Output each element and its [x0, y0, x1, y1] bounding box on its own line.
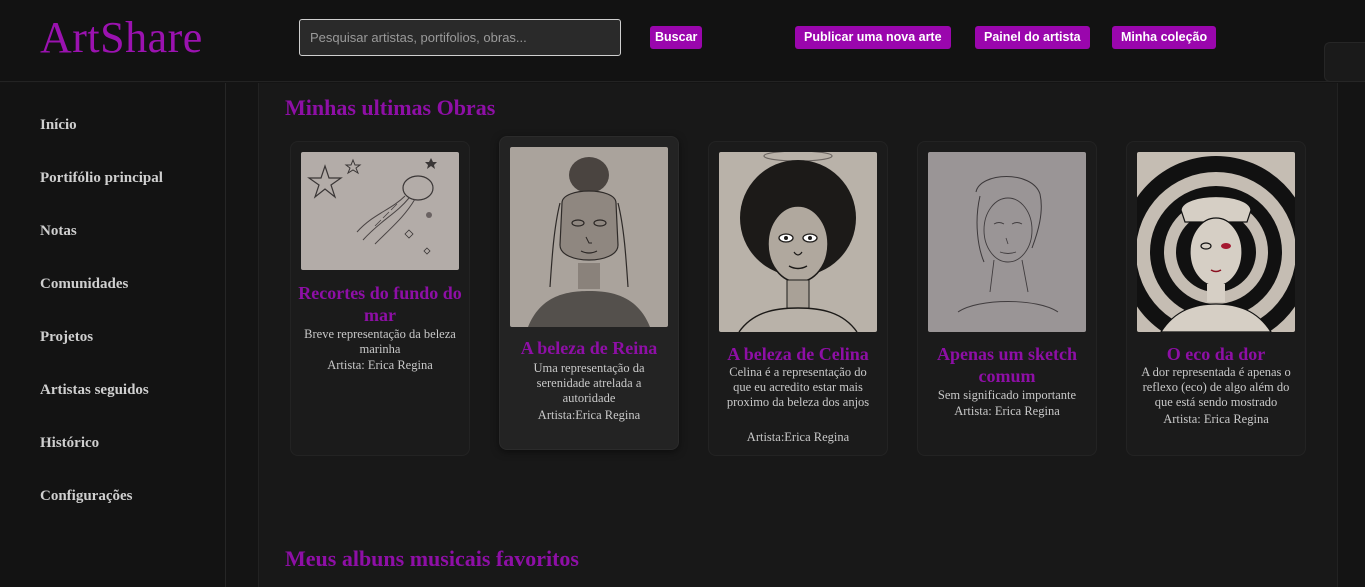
artwork-description: Celina é a representação do que eu acred… — [726, 365, 870, 409]
sidebar-item-portfolio[interactable]: Portifólio principal — [40, 170, 163, 187]
artwork-image[interactable] — [719, 152, 877, 332]
artwork-image[interactable] — [1137, 152, 1295, 332]
artwork-description: Sem significado importante — [937, 388, 1077, 402]
sidebar-item-projetos[interactable]: Projetos — [40, 329, 93, 346]
artwork-artist: Artista:Erica Regina — [537, 408, 641, 422]
artwork-title[interactable]: Apenas um sketch comum — [922, 343, 1092, 387]
artwork-description: A dor representada é apenas o reflexo (e… — [1141, 365, 1291, 409]
favorite-albums-title: Meus albuns musicais favoritos — [285, 546, 579, 571]
artwork-artist: Artista: Erica Regina — [327, 358, 433, 372]
artwork-image[interactable] — [510, 147, 668, 327]
sidebar-item-inicio[interactable]: Início — [40, 117, 77, 134]
main-content: Minhas ultimas Obras Recortes do fundo d… — [258, 83, 1338, 587]
artwork-card[interactable]: A beleza de Reina Uma representação da s… — [499, 136, 679, 450]
artwork-description: Breve representação da beleza marinha — [304, 327, 456, 356]
artwork-card[interactable]: Recortes do fundo do mar Breve represent… — [290, 141, 470, 456]
artwork-artist: Artista:Erica Regina — [746, 430, 850, 444]
artwork-card[interactable]: A beleza de Celina Celina é a representa… — [708, 141, 888, 456]
publish-art-button[interactable]: Publicar uma nova arte — [795, 26, 951, 49]
profile-tab[interactable] — [1324, 42, 1365, 82]
artwork-title[interactable]: O eco da dor — [1131, 343, 1301, 365]
sidebar-item-historico[interactable]: Histórico — [40, 435, 99, 452]
artwork-image[interactable] — [301, 152, 459, 270]
artist-panel-button[interactable]: Painel do artista — [975, 26, 1090, 49]
artwork-title[interactable]: Recortes do fundo do mar — [295, 282, 465, 326]
top-header: ArtShare Buscar Publicar uma nova arte P… — [0, 0, 1365, 82]
logo[interactable]: ArtShare — [40, 12, 203, 63]
search-button[interactable]: Buscar — [650, 26, 703, 49]
artwork-title[interactable]: A beleza de Reina — [504, 337, 674, 359]
artwork-image[interactable] — [928, 152, 1086, 332]
artwork-artist: Artista: Erica Regina — [1163, 412, 1269, 426]
artwork-card[interactable]: Apenas um sketch comum Sem significado i… — [917, 141, 1097, 456]
my-collection-button[interactable]: Minha coleção — [1112, 26, 1217, 49]
sidebar: Início Portifólio principal Notas Comuni… — [0, 83, 226, 587]
artwork-card[interactable]: O eco da dor A dor representada é apenas… — [1126, 141, 1306, 456]
artwork-description: Uma representação da serenidade atrelada… — [533, 361, 645, 405]
search-input[interactable] — [299, 19, 621, 56]
artwork-artist: Artista: Erica Regina — [954, 404, 1060, 418]
artwork-title[interactable]: A beleza de Celina — [713, 343, 883, 365]
sidebar-item-notas[interactable]: Notas — [40, 223, 77, 240]
recent-works-title: Minhas ultimas Obras — [285, 95, 496, 120]
sidebar-item-artistas-seguidos[interactable]: Artistas seguidos — [40, 382, 149, 399]
sidebar-item-comunidades[interactable]: Comunidades — [40, 276, 128, 293]
sidebar-item-configuracoes[interactable]: Configurações — [40, 488, 133, 505]
